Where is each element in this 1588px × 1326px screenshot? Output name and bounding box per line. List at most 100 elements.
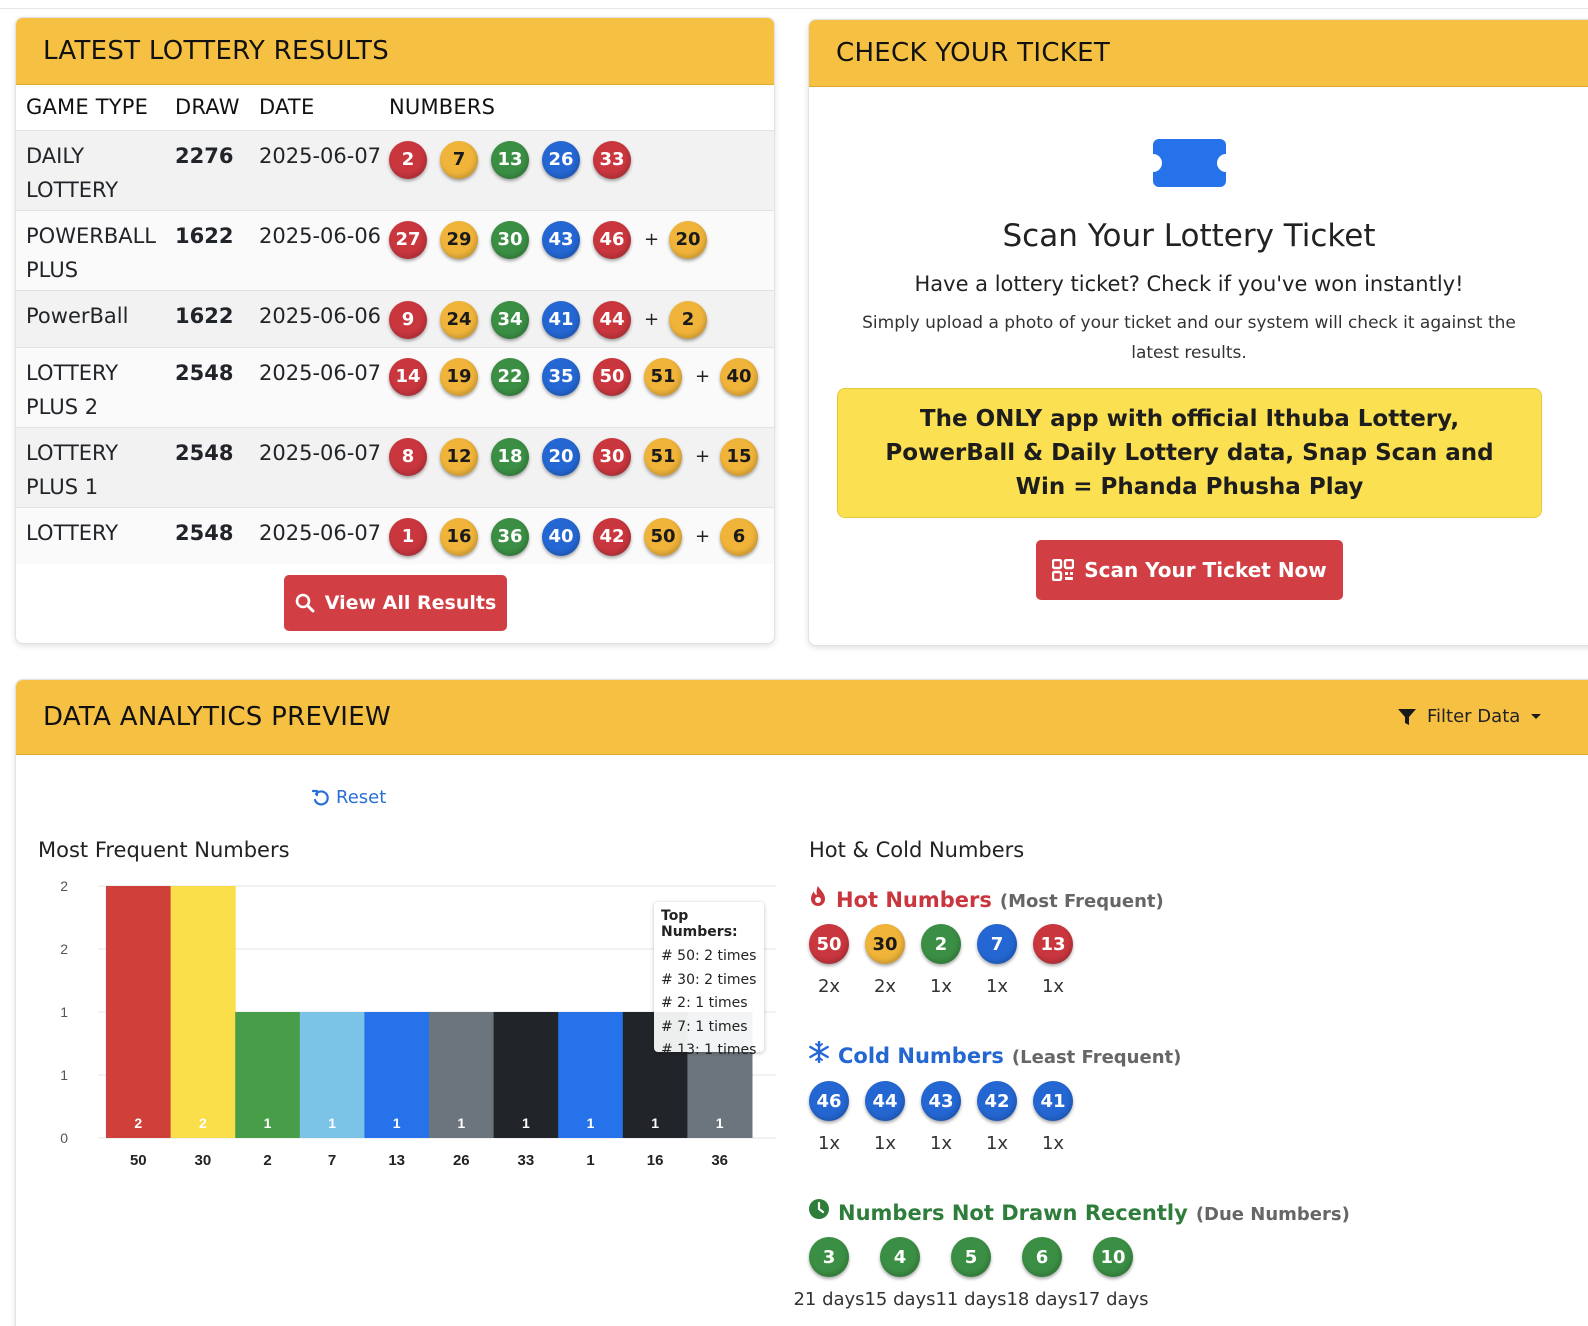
lottery-ball: 42 (593, 517, 631, 556)
tooltip-line: # 7: 1 times (661, 1018, 748, 1035)
bonus-plus-sign: + (695, 526, 711, 547)
view-all-results-button[interactable]: View All Results (284, 575, 507, 631)
numbers-cell: 2 7 13 26 33 (389, 129, 774, 210)
column-header-date: DATE (259, 95, 315, 120)
numbers-cell: 1 16 36 40 42 50 +6 (389, 506, 774, 564)
top-nav-edge (0, 0, 1588, 9)
y-tick-label: 0 (60, 1130, 68, 1146)
lottery-ball: 24 (440, 300, 478, 339)
numbers-cell: 27 29 30 43 46 +20 (389, 209, 774, 290)
due-number-count: 21 days (793, 1289, 865, 1310)
lottery-ball: 34 (491, 300, 529, 339)
cold-number-item: 42 1x (977, 1081, 1017, 1154)
cold-numbers-sub: (Least Frequent) (1011, 1047, 1182, 1068)
filter-data-dropdown[interactable]: Filter Data (1397, 706, 1542, 727)
chart-tooltip: Top Numbers: # 50: 2 times # 30: 2 times… (654, 902, 764, 1058)
cold-number-count: 1x (929, 1133, 953, 1154)
lottery-ball: 50 (644, 517, 682, 556)
due-number-count: 15 days (864, 1289, 936, 1310)
numbers-cell: 14 19 22 35 50 51 +40 (389, 346, 774, 427)
game-type-cell: LOTTERY (16, 506, 175, 564)
cold-number-ball: 43 (921, 1081, 961, 1121)
due-number-count: 18 days (1006, 1289, 1078, 1310)
caret-down-icon (1531, 713, 1542, 719)
hot-numbers-label: Hot Numbers (836, 888, 992, 912)
lottery-ball: 36 (491, 517, 529, 556)
game-type-cell: LOTTERY PLUS 2 (16, 346, 175, 427)
reset-link[interactable]: Reset (312, 787, 386, 808)
result-row: LOTTERY 2548 2025-06-07 1 16 36 40 42 50 +6 (16, 506, 774, 564)
lottery-ball: 50 (593, 357, 631, 396)
x-tick-label: 7 (328, 1152, 336, 1169)
ball-group: 8 12 18 20 30 51 +15 (389, 437, 774, 476)
scan-ticket-subtitle: Have a lottery ticket? Check if you've w… (914, 272, 1464, 296)
lottery-ball: 46 (593, 220, 631, 259)
date-cell: 2025-06-07 (259, 346, 389, 427)
due-number-item: 5 11 days (935, 1237, 1007, 1310)
due-numbers-label: Numbers Not Drawn Recently (838, 1201, 1188, 1225)
bar-data-label: 1 (328, 1115, 336, 1131)
date-cell: 2025-06-06 (259, 209, 389, 290)
bonus-plus-sign: + (644, 309, 660, 330)
hot-number-count: 1x (929, 976, 953, 997)
draw-cell: 2548 (175, 346, 259, 427)
due-number-count: 11 days (935, 1289, 1007, 1310)
hot-number-count: 1x (1041, 976, 1065, 997)
bar-data-label: 1 (264, 1115, 272, 1131)
results-table: GAME TYPE DRAW DATE NUMBERS DAILY LOTTER… (16, 85, 774, 564)
lottery-ball: 27 (389, 220, 427, 259)
result-row: DAILY LOTTERY 2276 2025-06-07 2 7 13 26 33 (16, 129, 774, 210)
lottery-ball: 13 (491, 140, 529, 179)
lottery-ball: 44 (593, 300, 631, 339)
cold-number-ball: 42 (977, 1081, 1017, 1121)
scan-ticket-button[interactable]: Scan Your Ticket Now (1036, 540, 1343, 600)
due-number-ball: 10 (1093, 1237, 1133, 1277)
cold-number-item: 43 1x (921, 1081, 961, 1154)
game-type-cell: LOTTERY PLUS 1 (16, 426, 175, 507)
ball-group: 14 19 22 35 50 51 +40 (389, 357, 774, 396)
analytics-card: DATA ANALYTICS PREVIEW Filter Data Reset… (15, 679, 1588, 1326)
bonus-ball: 2 (669, 300, 707, 339)
scan-ticket-button-label: Scan Your Ticket Now (1084, 558, 1327, 582)
y-tick-label: 2 (60, 941, 68, 957)
cold-number-count: 1x (985, 1133, 1009, 1154)
reset-label: Reset (336, 787, 387, 808)
hot-numbers-row: 50 2x 30 2x 2 1x 7 1x 13 1x (809, 924, 1073, 997)
hot-numbers-heading: Hot Numbers (Most Frequent) (808, 885, 1164, 912)
due-number-item: 3 21 days (793, 1237, 865, 1310)
hot-number-item: 50 2x (809, 924, 849, 997)
most-frequent-title: Most Frequent Numbers (38, 838, 290, 862)
result-row: LOTTERY PLUS 1 2548 2025-06-07 8 12 18 20 30 51 +… (16, 426, 774, 507)
date-cell: 2025-06-06 (259, 289, 389, 347)
due-number-ball: 3 (809, 1237, 849, 1277)
lottery-ball: 30 (593, 437, 631, 476)
hot-number-count: 2x (873, 976, 897, 997)
bonus-ball: 6 (720, 517, 758, 556)
tooltip-title: Top Numbers: (661, 908, 738, 940)
column-header-numbers: NUMBERS (389, 95, 496, 120)
snowflake-icon (809, 1041, 829, 1063)
result-row: PowerBall 1622 2025-06-06 9 24 34 41 44 +2 (16, 289, 774, 347)
bonus-ball: 20 (669, 220, 707, 259)
lottery-ball: 8 (389, 437, 427, 476)
draw-cell: 1622 (175, 209, 259, 290)
hot-number-item: 2 1x (921, 924, 961, 997)
lottery-ball: 26 (542, 140, 580, 179)
due-number-item: 6 18 days (1006, 1237, 1078, 1310)
tooltip-line: # 2: 1 times (661, 995, 748, 1011)
hot-number-ball: 7 (977, 924, 1017, 964)
draw-cell: 1622 (175, 289, 259, 347)
check-ticket-header: CHECK YOUR TICKET (809, 20, 1588, 87)
ball-group: 1 16 36 40 42 50 +6 (389, 517, 774, 556)
bonus-ball: 15 (720, 437, 758, 476)
due-number-item: 10 17 days (1077, 1237, 1149, 1310)
bonus-plus-sign: + (695, 366, 711, 387)
draw-cell: 2548 (175, 426, 259, 507)
lottery-ball: 43 (542, 220, 580, 259)
latest-results-card: LATEST LOTTERY RESULTS GAME TYPE DRAW DA… (15, 17, 775, 644)
due-numbers-heading: Numbers Not Drawn Recently (Due Numbers) (808, 1198, 1350, 1225)
lottery-ball: 9 (389, 300, 427, 339)
hot-number-count: 2x (817, 976, 841, 997)
x-tick-label: 50 (130, 1152, 147, 1169)
hot-number-item: 30 2x (865, 924, 905, 997)
